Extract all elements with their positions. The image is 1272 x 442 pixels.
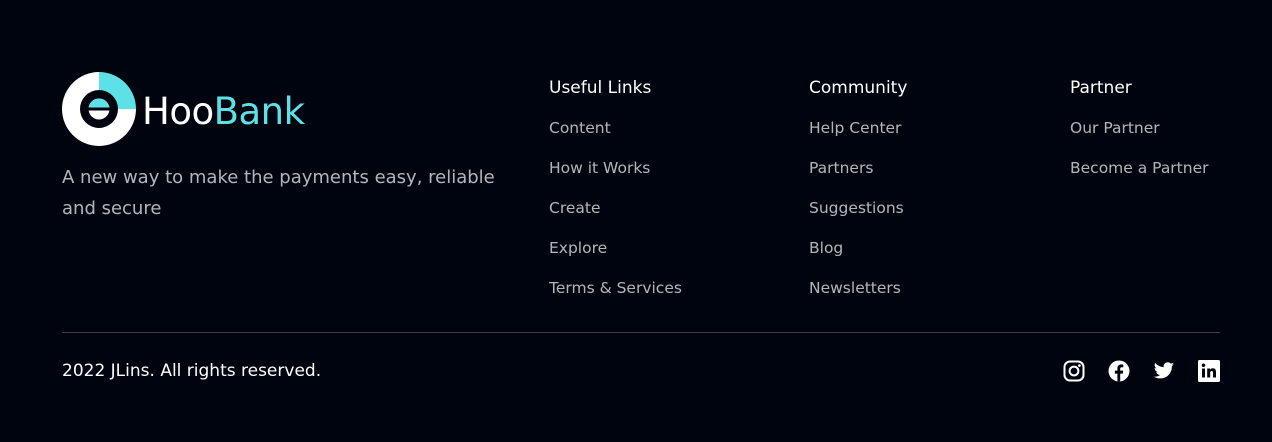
logo-text-bank: Bank [213,89,305,133]
column-title: Partner [1070,78,1132,98]
twitter-icon[interactable] [1153,360,1175,382]
column-title: Community [809,78,908,98]
column-title: Useful Links [549,78,652,98]
footer-link-explore[interactable]: Explore [549,236,682,260]
footer-link-suggestions[interactable]: Suggestions [809,196,907,220]
site-footer: HooBank A new way to make the payments e… [62,0,1220,442]
footer-divider [62,332,1220,333]
footer-link-content[interactable]: Content [549,116,682,140]
logo-wordmark: HooBank [142,93,305,130]
footer-column-partner: Partner Our Partner Become a Partner [1070,76,1209,196]
footer-link-blog[interactable]: Blog [809,236,907,260]
footer-column-useful-links: Useful Links Content How it Works Create… [549,76,682,316]
copyright-text: 2022 JLins. All rights reserved. [62,361,322,381]
brand-tagline: A new way to make the payments easy, rel… [62,167,495,219]
footer-link-our-partner[interactable]: Our Partner [1070,116,1209,140]
linkedin-icon[interactable] [1198,360,1220,382]
hoobank-logo-icon [62,72,136,146]
logo-text-hoo: Hoo [142,89,214,133]
footer-link-help-center[interactable]: Help Center [809,116,907,140]
footer-link-become-a-partner[interactable]: Become a Partner [1070,156,1209,180]
social-links [1040,360,1220,382]
logo[interactable]: HooBank [62,72,512,146]
footer-link-partners[interactable]: Partners [809,156,907,180]
footer-link-how-it-works[interactable]: How it Works [549,156,682,180]
brand-block: HooBank A new way to make the payments e… [62,72,512,224]
link-list: Our Partner Become a Partner [1070,116,1209,180]
facebook-icon[interactable] [1108,360,1130,382]
footer-column-community: Community Help Center Partners Suggestio… [809,76,907,316]
link-list: Help Center Partners Suggestions Blog Ne… [809,116,907,300]
footer-link-create[interactable]: Create [549,196,682,220]
instagram-icon[interactable] [1063,360,1085,382]
footer-link-newsletters[interactable]: Newsletters [809,276,907,300]
footer-link-terms-services[interactable]: Terms & Services [549,276,682,300]
link-list: Content How it Works Create Explore Term… [549,116,682,300]
